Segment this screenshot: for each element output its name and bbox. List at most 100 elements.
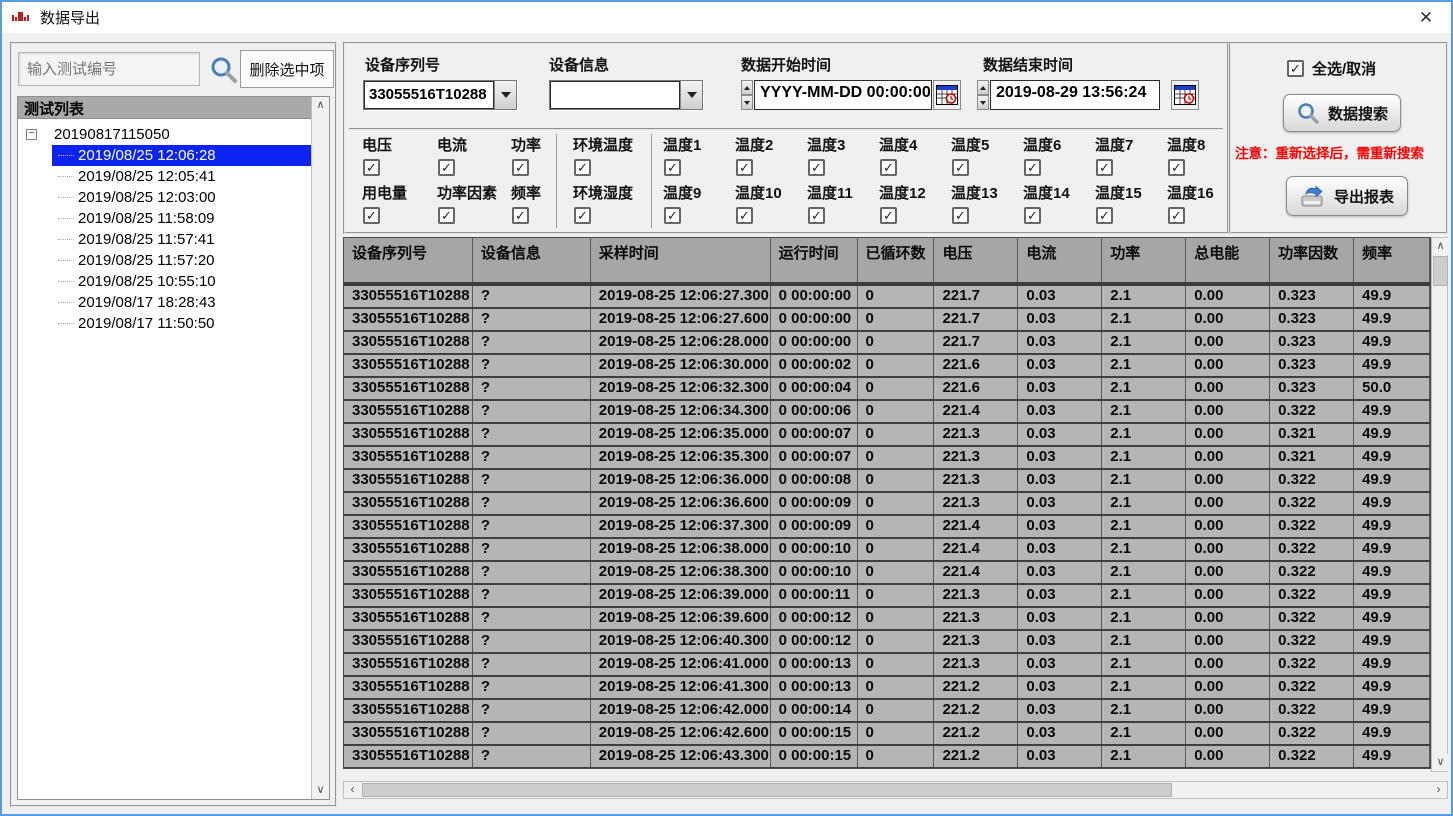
field-checkbox[interactable]: ✓: [512, 159, 529, 176]
column-header[interactable]: 功率: [1102, 238, 1186, 282]
field-checkbox[interactable]: ✓: [880, 159, 897, 176]
scrollbar-thumb[interactable]: [362, 783, 1172, 797]
field-checkbox[interactable]: ✓: [1024, 207, 1041, 224]
scroll-right-icon[interactable]: ›: [1430, 782, 1447, 798]
field-checkbox[interactable]: ✓: [574, 207, 591, 224]
start-time-field[interactable]: YYYY-MM-DD 00:00:00: [754, 80, 932, 110]
field-checkbox[interactable]: ✓: [736, 207, 753, 224]
field-checkbox[interactable]: ✓: [1024, 159, 1041, 176]
field-checkbox[interactable]: ✓: [880, 207, 897, 224]
table-row[interactable]: 33055516T10288?2019-08-25 12:06:41.0000 …: [344, 654, 1430, 677]
tree-item[interactable]: 2019/08/25 11:57:41: [52, 229, 312, 250]
column-header[interactable]: 设备信息: [473, 238, 591, 282]
table-row[interactable]: 33055516T10288?2019-08-25 12:06:37.3000 …: [344, 516, 1430, 539]
table-cell: 0.00: [1186, 677, 1270, 698]
table-row[interactable]: 33055516T10288?2019-08-25 12:06:30.0000 …: [344, 355, 1430, 378]
tree-item[interactable]: 2019/08/25 12:03:00: [52, 187, 312, 208]
serial-dropdown-icon[interactable]: [494, 81, 516, 109]
scrollbar-thumb[interactable]: [1433, 256, 1448, 286]
search-input[interactable]: [18, 52, 200, 86]
table-row[interactable]: 33055516T10288?2019-08-25 12:06:38.3000 …: [344, 562, 1430, 585]
start-calendar-button[interactable]: [933, 80, 961, 110]
table-row[interactable]: 33055516T10288?2019-08-25 12:06:28.0000 …: [344, 332, 1430, 355]
field-checkbox[interactable]: ✓: [664, 207, 681, 224]
field-checkbox[interactable]: ✓: [1096, 159, 1113, 176]
field-checkbox[interactable]: ✓: [736, 159, 753, 176]
data-search-button[interactable]: 数据搜索: [1283, 94, 1401, 132]
table-row[interactable]: 33055516T10288?2019-08-25 12:06:27.6000 …: [344, 309, 1430, 332]
scroll-up-icon[interactable]: ∧: [312, 97, 329, 114]
table-cell: 0.00: [1186, 539, 1270, 560]
column-header[interactable]: 功率因数: [1270, 238, 1354, 282]
field-checkbox[interactable]: ✓: [438, 207, 455, 224]
tree-item[interactable]: 2019/08/25 11:57:20: [52, 250, 312, 271]
field-checkbox[interactable]: ✓: [808, 159, 825, 176]
table-row[interactable]: 33055516T10288?2019-08-25 12:06:41.3000 …: [344, 677, 1430, 700]
scroll-down-icon[interactable]: ∨: [1432, 754, 1449, 771]
table-vertical-scrollbar[interactable]: ∧ ∨: [1431, 237, 1448, 772]
field-checkbox[interactable]: ✓: [574, 159, 591, 176]
table-row[interactable]: 33055516T10288?2019-08-25 12:06:35.0000 …: [344, 424, 1430, 447]
table-row[interactable]: 33055516T10288?2019-08-25 12:06:39.6000 …: [344, 608, 1430, 631]
column-header[interactable]: 已循环数: [858, 238, 935, 282]
device-info-combobox[interactable]: [549, 80, 703, 110]
field-checkbox[interactable]: ✓: [952, 159, 969, 176]
field-checkbox[interactable]: ✓: [808, 207, 825, 224]
tree-item[interactable]: 2019/08/17 18:28:43: [52, 292, 312, 313]
column-header[interactable]: 运行时间: [771, 238, 858, 282]
search-icon[interactable]: [209, 55, 239, 85]
table-horizontal-scrollbar[interactable]: ‹ ›: [343, 781, 1448, 799]
end-time-stepper[interactable]: [977, 80, 989, 110]
tree-body: − 20190817115050 2019/08/25 12:06:282019…: [18, 120, 312, 799]
table-row[interactable]: 33055516T10288?2019-08-25 12:06:27.3000 …: [344, 286, 1430, 309]
table-row[interactable]: 33055516T10288?2019-08-25 12:06:38.0000 …: [344, 539, 1430, 562]
field-checkbox[interactable]: ✓: [438, 159, 455, 176]
column-header[interactable]: 频率: [1354, 238, 1430, 282]
field-checkbox[interactable]: ✓: [512, 207, 529, 224]
scroll-left-icon[interactable]: ‹: [344, 782, 361, 798]
field-checkbox[interactable]: ✓: [664, 159, 681, 176]
column-header[interactable]: 设备序列号: [344, 238, 473, 282]
field-checkbox[interactable]: ✓: [1096, 207, 1113, 224]
field-checkbox[interactable]: ✓: [1168, 207, 1185, 224]
export-report-button[interactable]: 导出报表: [1286, 176, 1408, 216]
tree-item[interactable]: 2019/08/25 11:58:09: [52, 208, 312, 229]
tree-item[interactable]: 2019/08/17 11:50:50: [52, 313, 312, 334]
test-list-tree: 测试列表 − 20190817115050 2019/08/25 12:06:2…: [17, 96, 330, 800]
table-row[interactable]: 33055516T10288?2019-08-25 12:06:36.6000 …: [344, 493, 1430, 516]
delete-selected-button[interactable]: 删除选中项: [240, 50, 334, 88]
table-row[interactable]: 33055516T10288?2019-08-25 12:06:34.3000 …: [344, 401, 1430, 424]
tree-item[interactable]: 2019/08/25 10:55:10: [52, 271, 312, 292]
scroll-up-icon[interactable]: ∧: [1432, 238, 1449, 255]
column-header[interactable]: 电压: [934, 238, 1018, 282]
column-header[interactable]: 总电能: [1186, 238, 1270, 282]
serial-combobox[interactable]: 33055516T10288: [363, 80, 517, 110]
device-info-dropdown-icon[interactable]: [680, 81, 702, 109]
tree-item[interactable]: 2019/08/25 12:05:41: [52, 166, 312, 187]
table-row[interactable]: 33055516T10288?2019-08-25 12:06:39.0000 …: [344, 585, 1430, 608]
field-checkbox[interactable]: ✓: [363, 159, 380, 176]
tree-scrollbar[interactable]: ∧ ∨: [311, 97, 329, 799]
end-calendar-button[interactable]: [1171, 80, 1199, 110]
table-row[interactable]: 33055516T10288?2019-08-25 12:06:32.3000 …: [344, 378, 1430, 401]
table-row[interactable]: 33055516T10288?2019-08-25 12:06:42.6000 …: [344, 723, 1430, 746]
collapse-icon[interactable]: −: [26, 129, 37, 140]
table-row[interactable]: 33055516T10288?2019-08-25 12:06:35.3000 …: [344, 447, 1430, 470]
end-time-field[interactable]: 2019-08-29 13:56:24: [990, 80, 1160, 110]
table-cell: 0.321: [1270, 447, 1354, 468]
field-checkbox[interactable]: ✓: [363, 207, 380, 224]
table-row[interactable]: 33055516T10288?2019-08-25 12:06:40.3000 …: [344, 631, 1430, 654]
field-checkbox[interactable]: ✓: [1168, 159, 1185, 176]
start-time-stepper[interactable]: [741, 80, 753, 110]
select-all-checkbox[interactable]: ✓: [1287, 60, 1304, 77]
column-header[interactable]: 电流: [1018, 238, 1102, 282]
table-row[interactable]: 33055516T10288?2019-08-25 12:06:43.3000 …: [344, 746, 1430, 768]
close-button[interactable]: ✕: [1409, 4, 1443, 31]
tree-root-row[interactable]: − 20190817115050: [18, 123, 312, 145]
column-header[interactable]: 采样时间: [591, 238, 771, 282]
tree-item[interactable]: 2019/08/25 12:06:28: [52, 145, 312, 166]
scroll-down-icon[interactable]: ∨: [312, 782, 329, 799]
table-row[interactable]: 33055516T10288?2019-08-25 12:06:36.0000 …: [344, 470, 1430, 493]
table-row[interactable]: 33055516T10288?2019-08-25 12:06:42.0000 …: [344, 700, 1430, 723]
field-checkbox[interactable]: ✓: [952, 207, 969, 224]
